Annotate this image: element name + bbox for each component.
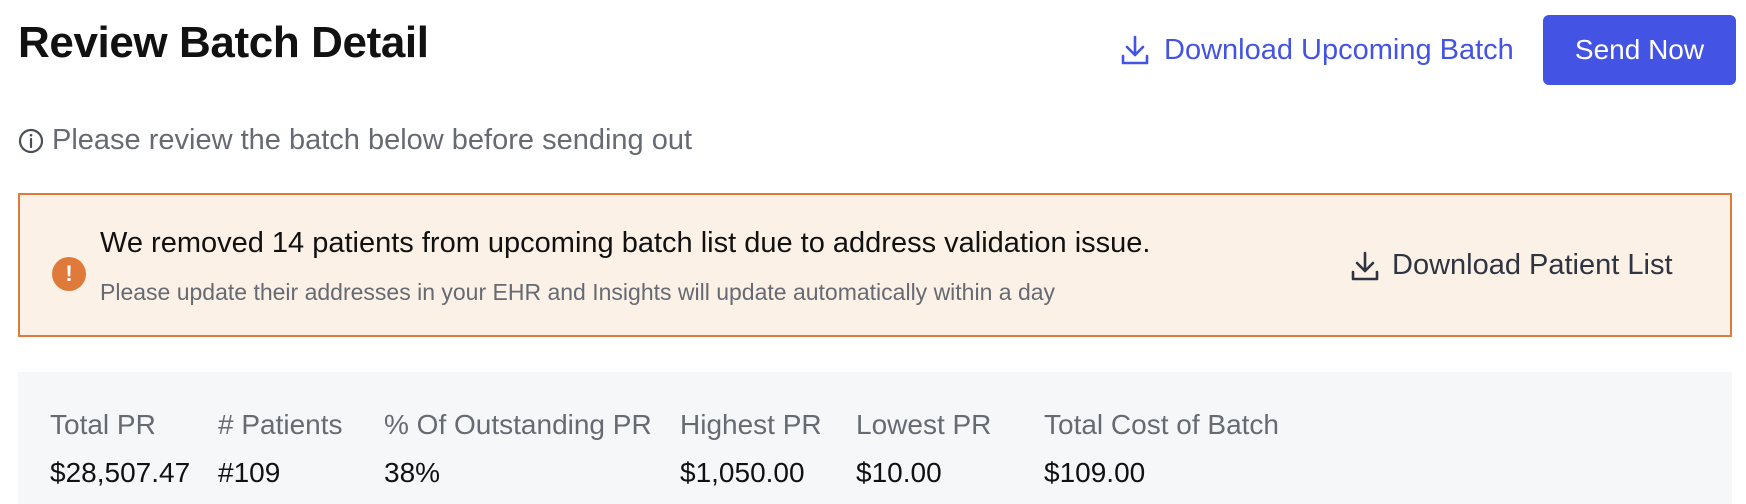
stat-value: $28,507.47 — [50, 457, 191, 488]
info-message: Please review the batch below before sen… — [18, 124, 692, 157]
stat-total-cost: Total Cost of Batch $109.00 — [1044, 406, 1279, 492]
download-icon — [1120, 34, 1150, 66]
stat-label: Lowest PR — [856, 409, 992, 440]
page-title: Review Batch Detail — [18, 18, 429, 67]
stat-lowest-pr: Lowest PR $10.00 — [856, 406, 991, 492]
page-header: Review Batch Detail Download Upcoming Ba… — [18, 14, 1736, 88]
alert-subtitle: Please update their addresses in your EH… — [100, 279, 1056, 305]
info-icon — [18, 128, 44, 154]
stat-label: Total PR — [50, 409, 156, 440]
stat-value: 38% — [384, 457, 441, 488]
stat-label: Highest PR — [680, 409, 822, 440]
stat-label: # Patients — [218, 409, 343, 440]
download-upcoming-batch-link[interactable]: Download Upcoming Batch — [1120, 22, 1514, 78]
stat-value: #109 — [218, 457, 281, 488]
stat-outstanding-pr: % Of Outstanding PR 38% — [384, 406, 652, 492]
download-patient-list-link[interactable]: Download Patient List — [1350, 249, 1673, 282]
stat-value: $109.00 — [1044, 457, 1146, 488]
stat-patients: # Patients #109 — [218, 406, 343, 492]
download-upcoming-batch-label: Download Upcoming Batch — [1164, 33, 1514, 66]
stat-value: $10.00 — [856, 457, 942, 488]
info-text: Please review the batch below before sen… — [52, 124, 693, 156]
stat-total-pr: Total PR $28,507.47 — [50, 406, 190, 492]
alert-icon: ! — [52, 257, 86, 291]
stat-value: $1,050.00 — [680, 457, 805, 488]
download-icon — [1350, 250, 1380, 282]
download-patient-list-label: Download Patient List — [1392, 249, 1673, 281]
stat-label: Total Cost of Batch — [1044, 409, 1280, 440]
stat-label: % Of Outstanding PR — [384, 409, 652, 440]
review-batch-page: Review Batch Detail Download Upcoming Ba… — [0, 0, 1746, 504]
stat-highest-pr: Highest PR $1,050.00 — [680, 406, 822, 492]
batch-stats-panel: Total PR $28,507.47 # Patients #109 % Of… — [18, 372, 1732, 504]
address-validation-alert: ! We removed 14 patients from upcoming b… — [18, 193, 1732, 337]
send-now-button[interactable]: Send Now — [1543, 15, 1736, 85]
alert-title: We removed 14 patients from upcoming bat… — [100, 227, 1151, 259]
